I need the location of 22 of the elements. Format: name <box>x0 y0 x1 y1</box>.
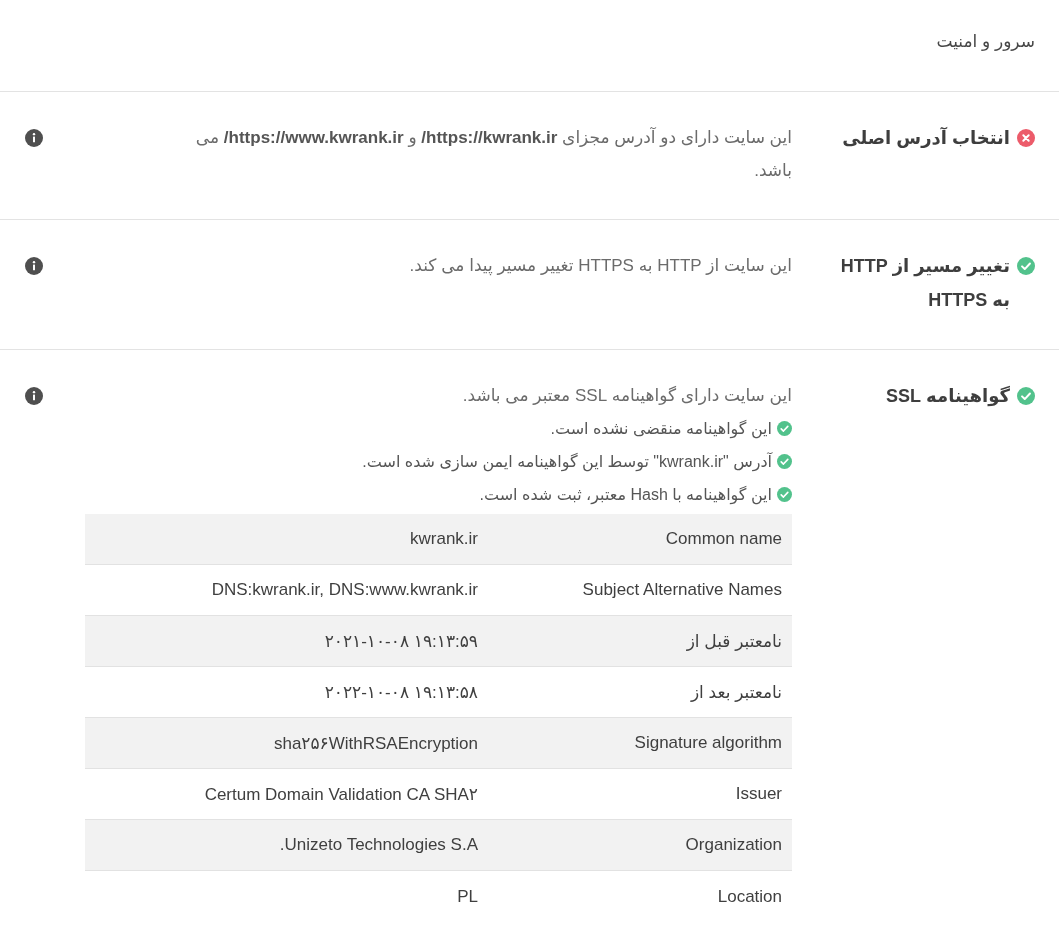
check-description: این سایت دارای گواهینامه SSL معتبر می باشد. <box>461 385 792 407</box>
detail-text: این گواهینامه منقضی نشده است. <box>550 419 772 441</box>
section-title: سرور و امنیت <box>936 31 1035 53</box>
info-icon[interactable] <box>25 129 43 147</box>
detail-text: این گواهینامه با Hash معتبر، ثبت شده است. <box>479 485 772 507</box>
table-cell: نامعتبر قبل از <box>488 616 792 667</box>
table-cell-text: Location <box>716 885 783 908</box>
check-title: تغییر مسیر از HTTP به HTTPS <box>839 255 1010 312</box>
table-cell: ۱۹:۱۳:۵۹ ۲۰۲۱-۱۰-۰۸ <box>85 616 488 667</box>
table-cell: kwrank.ir <box>85 514 488 565</box>
check-title: انتخاب آدرس اصلی <box>842 126 1010 150</box>
table-cell: Unizeto Technologies S.A. <box>85 820 488 871</box>
table-cell-text: PL <box>456 885 479 908</box>
table-cell: Organization <box>488 820 792 871</box>
check-title: گواهینامه SSL <box>886 385 1010 409</box>
check-description: این سایت از HTTP به HTTPS تغییر مسیر پیدا می کند. <box>408 255 792 278</box>
detail-text: آدرس "kwrank.ir" توسط این گواهینامه ایمن سازی شده است. <box>362 451 772 474</box>
table-cell: Common name <box>488 514 792 565</box>
table-cell: sha۲۵۶WithRSAEncryption <box>85 718 488 769</box>
table-cell: Signature algorithm <box>488 718 792 769</box>
info-icon[interactable] <box>25 257 43 275</box>
info-icon[interactable] <box>25 387 43 405</box>
